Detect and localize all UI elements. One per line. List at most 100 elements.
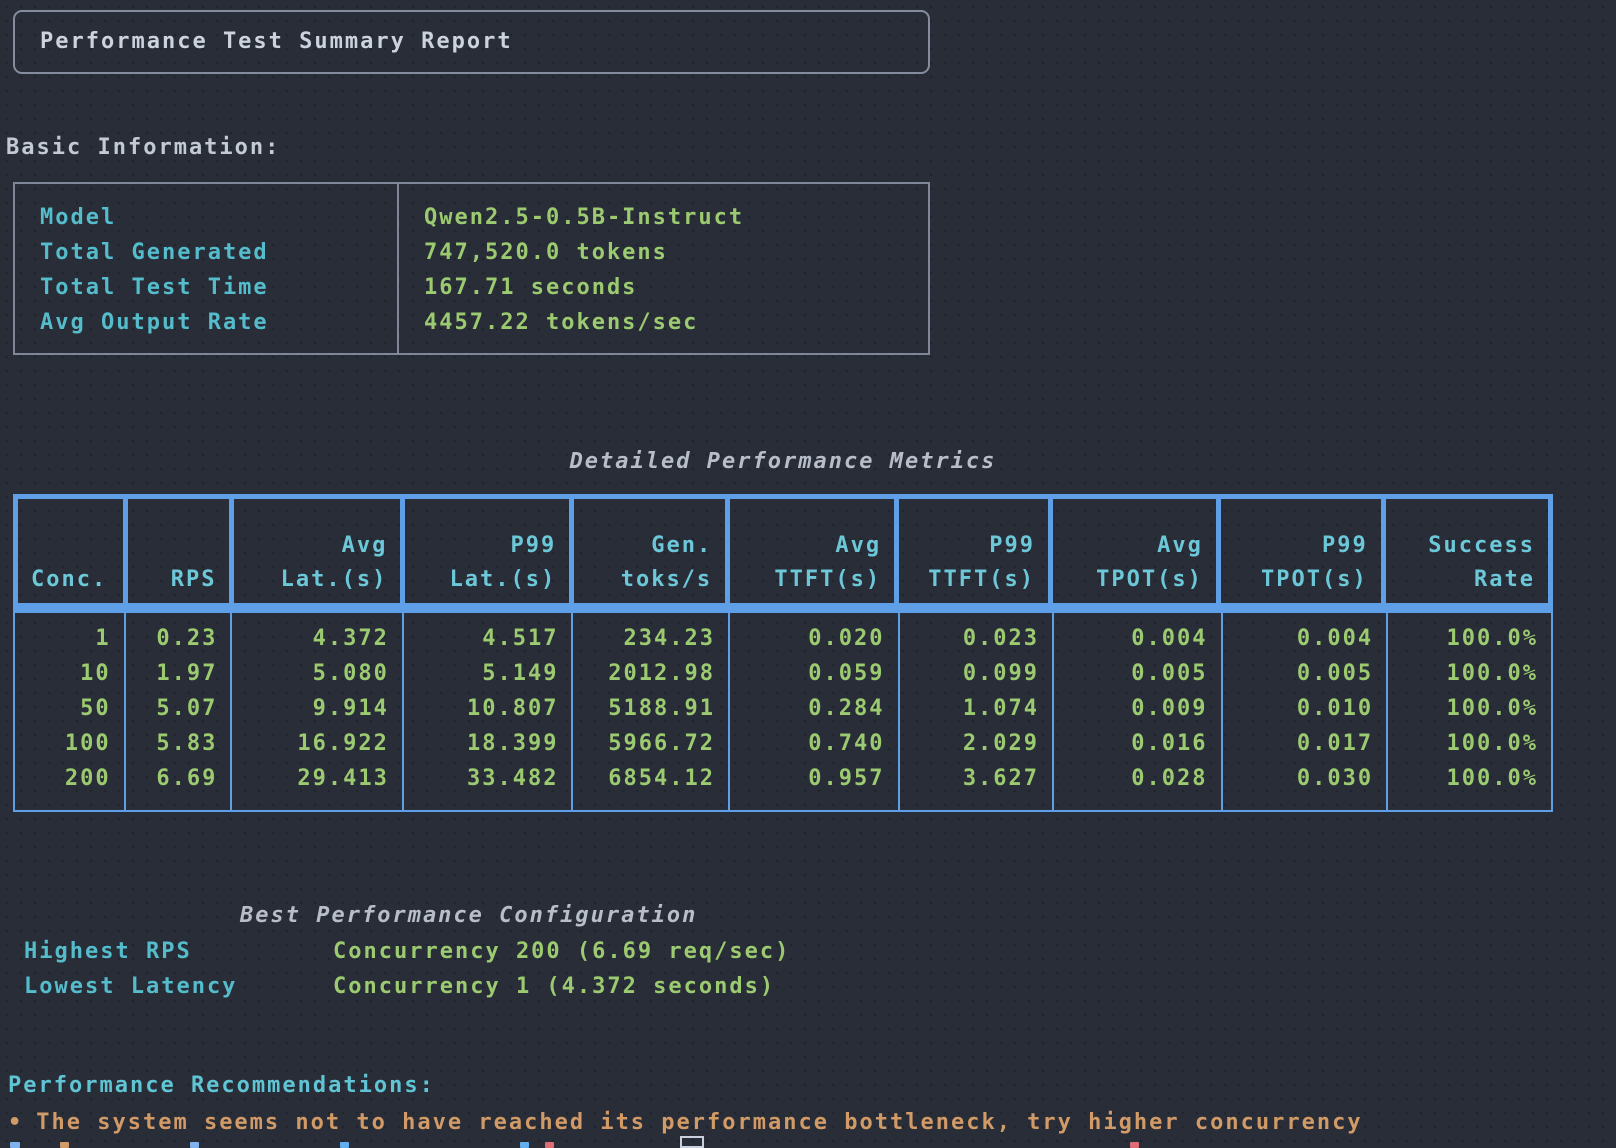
metrics-header-cell: AvgTTFT(s) (730, 499, 899, 603)
metrics-header-label: Lat.(s) (281, 563, 388, 597)
best-config-value: Concurrency 1 (4.372 seconds) (333, 974, 775, 999)
metrics-column: 0.231.975.075.836.69 (126, 613, 233, 810)
metrics-cell: 5188.91 (573, 691, 728, 726)
metrics-header-label: TPOT(s) (1261, 563, 1368, 597)
metrics-cell: 0.009 (1054, 691, 1220, 726)
metrics-header-label: RPS (171, 563, 217, 597)
metrics-cell: 6854.12 (573, 761, 728, 796)
metrics-cell: 1 (15, 621, 124, 656)
metrics-cell: 234.23 (573, 621, 728, 656)
basic-info-value-column: Qwen2.5-0.5B-Instruct747,520.0 tokens167… (399, 184, 928, 353)
metrics-column: 11050100200 (15, 613, 126, 810)
metrics-header-cell: P99Lat.(s) (405, 499, 574, 603)
metrics-header-cell: SuccessRate (1386, 499, 1548, 603)
info-value: 747,520.0 tokens (424, 235, 928, 270)
metrics-cell: 0.957 (730, 761, 898, 796)
metrics-header-label: P99 (1322, 529, 1368, 563)
metrics-header-label: toks/s (621, 563, 712, 597)
metrics-cell: 3.627 (900, 761, 1053, 796)
terminal-cursor-icon (680, 1136, 704, 1148)
metrics-header-label: Lat.(s) (450, 563, 557, 597)
metrics-cell: 0.740 (730, 726, 898, 761)
recommendation-text: The system seems not to have reached its… (36, 1110, 1362, 1135)
metrics-header-label: Gen. (651, 529, 712, 563)
metrics-cell: 100.0% (1388, 726, 1551, 761)
basic-info-heading: Basic Information: (6, 133, 280, 163)
metrics-cell: 100.0% (1388, 656, 1551, 691)
clipped-text-fragment (60, 1142, 69, 1148)
clipped-text-fragment (520, 1142, 529, 1148)
clipped-text-fragment (10, 1142, 20, 1148)
basic-info-label-column: ModelTotal GeneratedTotal Test TimeAvg O… (15, 184, 399, 353)
metrics-table-title: Detailed Performance Metrics (13, 446, 1553, 478)
metrics-cell: 5.83 (126, 726, 231, 761)
best-config-row: Lowest LatencyConcurrency 1 (4.372 secon… (24, 969, 790, 1004)
best-config-row: Highest RPSConcurrency 200 (6.69 req/sec… (24, 934, 790, 969)
basic-info-table: ModelTotal GeneratedTotal Test TimeAvg O… (13, 182, 930, 355)
recommendations-list: •The system seems not to have reached it… (8, 1105, 1363, 1140)
recommendation-item: •The system seems not to have reached it… (8, 1105, 1363, 1140)
metrics-cell: 100 (15, 726, 124, 761)
metrics-header-label: TTFT(s) (774, 563, 881, 597)
clipped-text-fragment (340, 1142, 349, 1148)
metrics-column: 4.5175.14910.80718.39933.482 (404, 613, 574, 810)
metrics-column: 4.3725.0809.91416.92229.413 (232, 613, 404, 810)
metrics-cell: 10 (15, 656, 124, 691)
report-title: Performance Test Summary Report (40, 29, 513, 54)
metrics-header-label: Avg (835, 529, 881, 563)
metrics-cell: 0.017 (1223, 726, 1387, 761)
metrics-header-label: P99 (989, 529, 1035, 563)
best-config-label: Lowest Latency (24, 969, 333, 1004)
metrics-cell: 0.004 (1223, 621, 1387, 656)
metrics-cell: 4.517 (404, 621, 572, 656)
metrics-header-label: Rate (1474, 563, 1535, 597)
metrics-column: 0.0230.0991.0742.0293.627 (900, 613, 1055, 810)
metrics-column: 0.0200.0590.2840.7400.957 (730, 613, 900, 810)
metrics-cell: 1.97 (126, 656, 231, 691)
metrics-header-label: TPOT(s) (1096, 563, 1203, 597)
metrics-cell: 9.914 (232, 691, 402, 726)
info-value: 4457.22 tokens/sec (424, 305, 928, 340)
metrics-cell: 2012.98 (573, 656, 728, 691)
metrics-header-label: TTFT(s) (928, 563, 1035, 597)
metrics-cell: 1.074 (900, 691, 1053, 726)
metrics-cell: 5.080 (232, 656, 402, 691)
metrics-cell: 5966.72 (573, 726, 728, 761)
metrics-cell: 10.807 (404, 691, 572, 726)
info-label: Total Test Time (40, 270, 397, 305)
metrics-header-cell: Gen.toks/s (574, 499, 730, 603)
metrics-cell: 0.284 (730, 691, 898, 726)
metrics-cell: 6.69 (126, 761, 231, 796)
metrics-header-cell: Conc. (18, 499, 128, 603)
metrics-cell: 4.372 (232, 621, 402, 656)
metrics-header-cell: P99TPOT(s) (1221, 499, 1386, 603)
metrics-cell: 200 (15, 761, 124, 796)
metrics-column: 0.0040.0050.0090.0160.028 (1054, 613, 1222, 810)
metrics-cell: 0.005 (1223, 656, 1387, 691)
metrics-header-label: P99 (511, 529, 557, 563)
info-label: Total Generated (40, 235, 397, 270)
metrics-cell: 33.482 (404, 761, 572, 796)
metrics-table-body: 110501002000.231.975.075.836.694.3725.08… (13, 608, 1553, 812)
metrics-cell: 0.023 (900, 621, 1053, 656)
report-title-box: Performance Test Summary Report (13, 10, 930, 74)
metrics-cell: 0.004 (1054, 621, 1220, 656)
metrics-cell: 0.020 (730, 621, 898, 656)
best-config-label: Highest RPS (24, 934, 333, 969)
metrics-cell: 18.399 (404, 726, 572, 761)
metrics-cell: 0.016 (1054, 726, 1220, 761)
best-config-value: Concurrency 200 (6.69 req/sec) (333, 939, 790, 964)
metrics-header-label: Avg (342, 529, 388, 563)
metrics-cell: 0.030 (1223, 761, 1387, 796)
metrics-cell: 5.07 (126, 691, 231, 726)
metrics-column: 234.232012.985188.915966.726854.12 (573, 613, 730, 810)
metrics-cell: 0.059 (730, 656, 898, 691)
metrics-cell: 0.028 (1054, 761, 1220, 796)
metrics-header-cell: AvgLat.(s) (234, 499, 405, 603)
metrics-column: 100.0%100.0%100.0%100.0%100.0% (1388, 613, 1551, 810)
metrics-cell: 0.099 (900, 656, 1053, 691)
metrics-header-cell: RPS (128, 499, 234, 603)
clipped-text-fragment (190, 1142, 199, 1148)
info-value: 167.71 seconds (424, 270, 928, 305)
metrics-cell: 100.0% (1388, 761, 1551, 796)
